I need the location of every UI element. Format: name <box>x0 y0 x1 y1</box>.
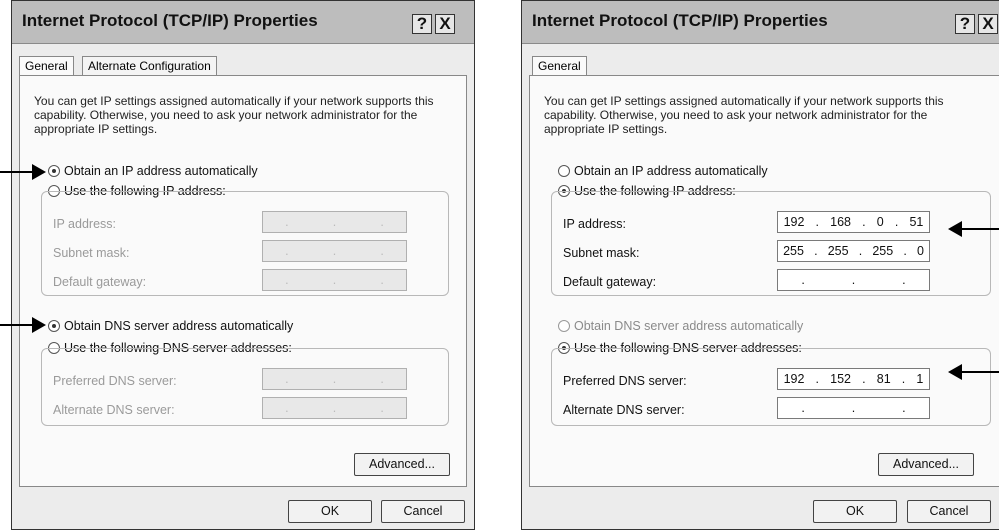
title-bar: Internet Protocol (TCP/IP) Properties ? … <box>522 1 999 44</box>
tcpip-properties-dialog-left: Internet Protocol (TCP/IP) Properties ? … <box>11 0 475 530</box>
preferred-dns-label: Preferred DNS server: <box>563 374 687 388</box>
subnet-mask-label: Subnet mask: <box>563 246 640 260</box>
ip-address-label: IP address: <box>53 217 117 231</box>
subnet-mask-field[interactable]: 255. 255. 255. 0 <box>777 240 930 262</box>
pointer-arrow-ip-address <box>948 221 999 237</box>
ip-address-field[interactable]: 192. 168. 0. 51 <box>777 211 930 233</box>
radio-obtain-ip-auto[interactable]: Obtain an IP address automatically <box>558 164 768 178</box>
preferred-dns-field[interactable]: 192. 152. 81. 1 <box>777 368 930 390</box>
help-button[interactable]: ? <box>955 14 975 34</box>
cancel-button[interactable]: Cancel <box>907 500 991 523</box>
general-panel: You can get IP settings assigned automat… <box>19 75 467 487</box>
ok-button[interactable]: OK <box>813 500 897 523</box>
description-text: You can get IP settings assigned automat… <box>544 94 944 136</box>
title-bar: Internet Protocol (TCP/IP) Properties ? … <box>12 1 474 44</box>
subnet-mask-label: Subnet mask: <box>53 246 130 260</box>
default-gateway-field[interactable]: ... <box>777 269 930 291</box>
description-text: You can get IP settings assigned automat… <box>34 94 434 136</box>
tab-alternate-configuration[interactable]: Alternate Configuration <box>82 56 217 75</box>
advanced-button[interactable]: Advanced... <box>878 453 974 476</box>
tcpip-properties-dialog-right: Internet Protocol (TCP/IP) Properties ? … <box>521 0 999 530</box>
alternate-dns-field[interactable]: ... <box>262 397 407 419</box>
preferred-dns-field[interactable]: ... <box>262 368 407 390</box>
tab-general[interactable]: General <box>532 56 587 76</box>
radio-obtain-dns-auto[interactable]: Obtain DNS server address automatically <box>48 319 293 333</box>
default-gateway-field[interactable]: ... <box>262 269 407 291</box>
pointer-arrow-obtain-ip <box>0 164 46 180</box>
preferred-dns-label: Preferred DNS server: <box>53 374 177 388</box>
default-gateway-label: Default gateway: <box>53 275 147 289</box>
alternate-dns-label: Alternate DNS server: <box>53 403 175 417</box>
tab-general[interactable]: General <box>19 56 74 76</box>
advanced-button[interactable]: Advanced... <box>354 453 450 476</box>
ip-address-label: IP address: <box>563 217 627 231</box>
help-button[interactable]: ? <box>412 14 432 34</box>
alternate-dns-label: Alternate DNS server: <box>563 403 685 417</box>
radio-obtain-dns-auto[interactable]: Obtain DNS server address automatically <box>558 319 803 333</box>
cancel-button[interactable]: Cancel <box>381 500 465 523</box>
window-title: Internet Protocol (TCP/IP) Properties <box>532 11 828 30</box>
window-title: Internet Protocol (TCP/IP) Properties <box>22 11 318 30</box>
pointer-arrow-obtain-dns <box>0 317 46 333</box>
close-button[interactable]: X <box>978 14 998 34</box>
general-panel: You can get IP settings assigned automat… <box>529 75 999 487</box>
ok-button[interactable]: OK <box>288 500 372 523</box>
subnet-mask-field[interactable]: ... <box>262 240 407 262</box>
default-gateway-label: Default gateway: <box>563 275 657 289</box>
ip-address-field[interactable]: ... <box>262 211 407 233</box>
radio-obtain-ip-auto[interactable]: Obtain an IP address automatically <box>48 164 258 178</box>
pointer-arrow-preferred-dns <box>948 364 999 380</box>
close-button[interactable]: X <box>435 14 455 34</box>
alternate-dns-field[interactable]: ... <box>777 397 930 419</box>
